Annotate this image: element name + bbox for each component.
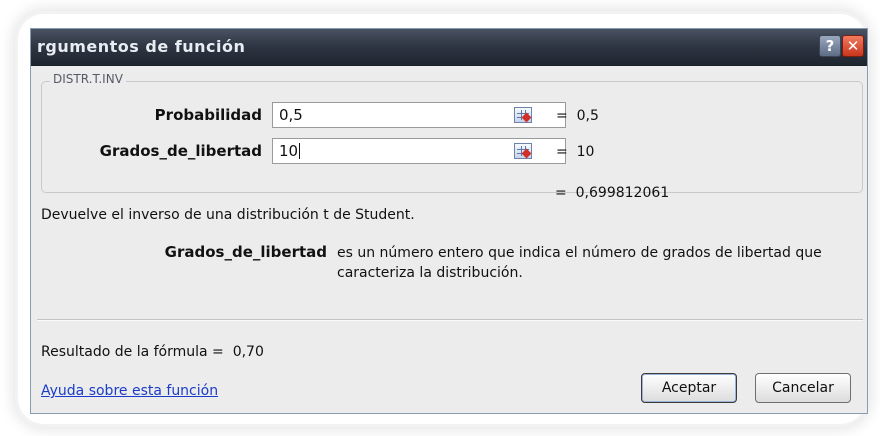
function-help-link[interactable]: Ayuda sobre esta función	[41, 383, 218, 399]
probabilidad-result: 0,5	[576, 108, 599, 124]
equals-sign: =	[556, 108, 568, 124]
arguments-group: DISTR.T.INV Probabilidad 0,5 = 0,5 Grado…	[41, 72, 863, 193]
close-icon[interactable]: ✕	[842, 35, 864, 57]
grados-libertad-label: Grados_de_libertad	[99, 142, 262, 160]
argument-help-text: es un número entero que indica el número…	[337, 245, 822, 281]
title-bar[interactable]: rgumentos de función ? ✕	[31, 29, 867, 66]
grados-libertad-result: 10	[576, 144, 595, 160]
formula-result-value: 0,70	[232, 344, 264, 360]
grados-libertad-value: 10	[279, 142, 299, 160]
range-select-icon[interactable]	[514, 143, 532, 159]
function-result: = 0,699812061	[555, 185, 669, 201]
help-icon[interactable]: ?	[819, 35, 841, 57]
function-description: Devuelve el inverso de una distribución …	[41, 207, 415, 223]
text-caret	[299, 143, 301, 159]
probabilidad-value: 0,5	[279, 106, 303, 124]
formula-result-label: Resultado de la fórmula =	[41, 344, 224, 360]
function-arguments-dialog: rgumentos de función ? ✕ DISTR.T.INV Pro…	[30, 28, 868, 414]
function-name-label: DISTR.T.INV	[50, 72, 126, 86]
divider	[37, 319, 863, 321]
range-select-icon[interactable]	[514, 107, 532, 123]
formula-result: Resultado de la fórmula = 0,70	[41, 344, 264, 360]
equals-sign: =	[555, 185, 567, 201]
function-result-value: 0,699812061	[575, 185, 670, 201]
argument-help-name: Grados_de_libertad	[164, 243, 327, 261]
probabilidad-label: Probabilidad	[154, 106, 262, 124]
cancel-button[interactable]: Cancelar	[755, 373, 851, 403]
window-title: rgumentos de función	[37, 37, 246, 56]
probabilidad-equals: = 0,5	[556, 108, 599, 124]
ok-button[interactable]: Aceptar	[641, 373, 737, 403]
grados-libertad-equals: = 10	[556, 144, 594, 160]
equals-sign: =	[556, 144, 568, 160]
